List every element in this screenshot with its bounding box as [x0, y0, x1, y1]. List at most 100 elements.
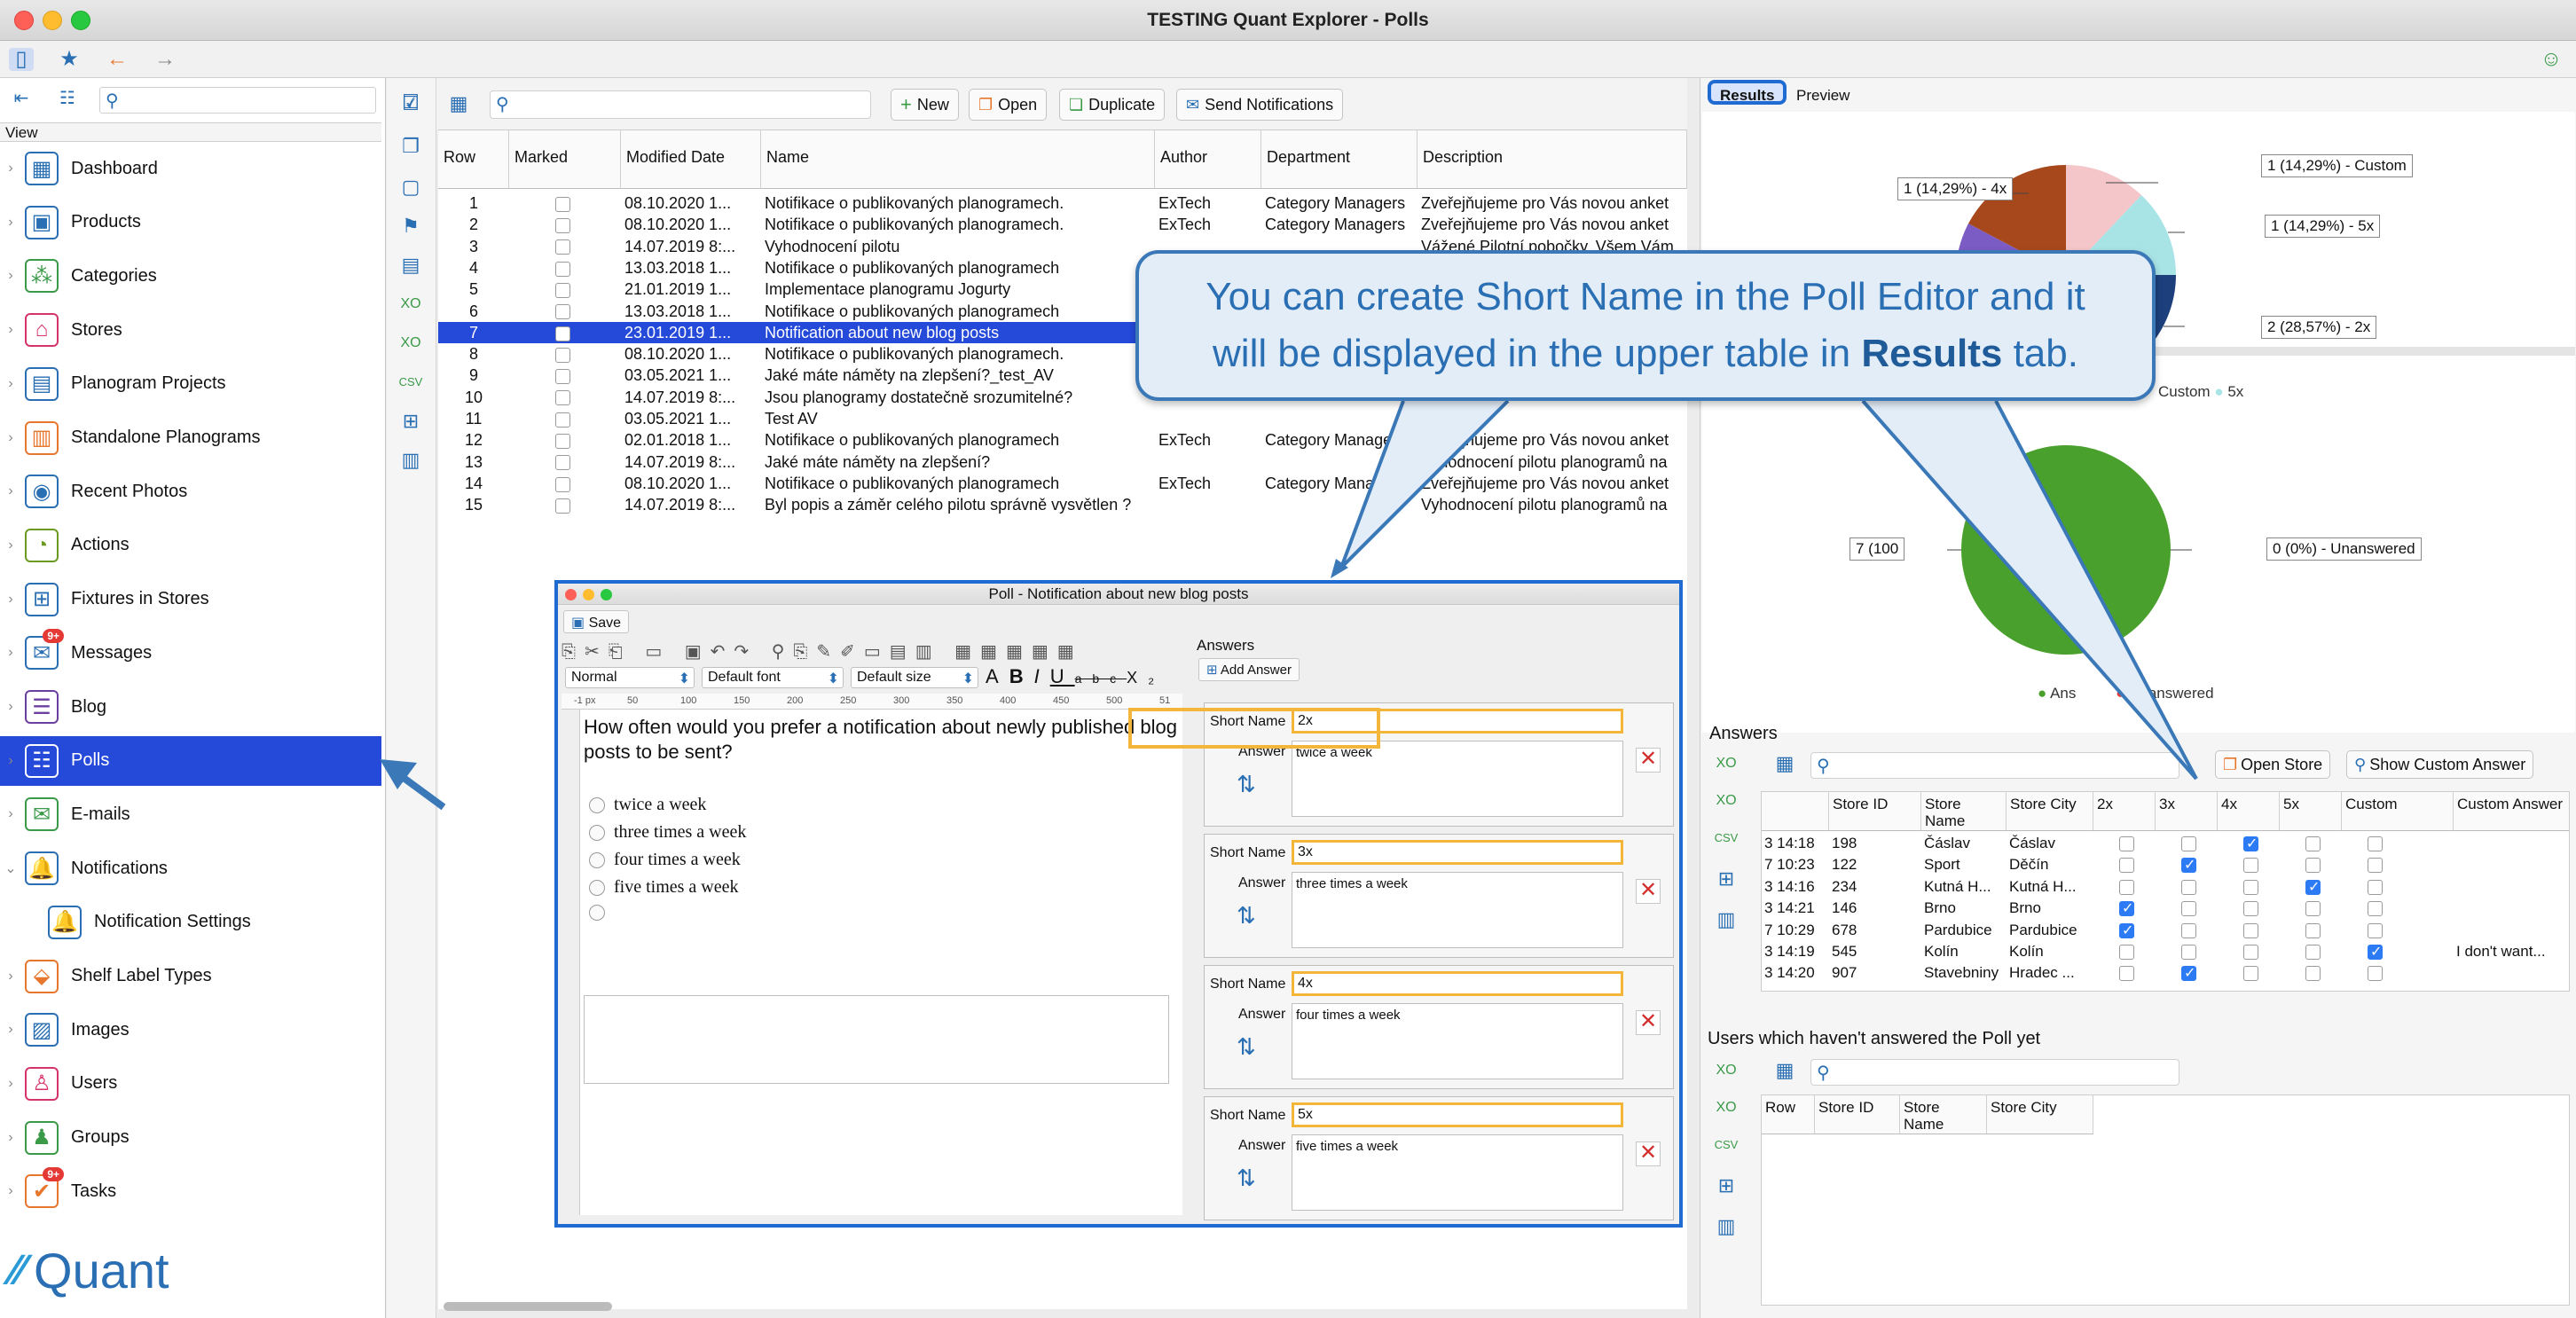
import-excel-icon[interactable]: XO	[397, 330, 424, 357]
answer-checkbox[interactable]	[2119, 966, 2134, 982]
sidebar-item-messages[interactable]: › ✉ 9+ Messages	[0, 628, 381, 678]
column-header-name[interactable]: Name	[761, 130, 1155, 189]
flag-icon[interactable]: ⚑	[397, 213, 424, 239]
answer-checkbox[interactable]	[2119, 898, 2134, 919]
editor-formatting-icons[interactable]: ⎘✂⎗ ▭ ▣↶↷ ⚲⎘✎✐▭▤▥ ▦▦▦▦▦	[562, 640, 1083, 663]
column-header-marked[interactable]: Marked	[509, 130, 621, 189]
style-select[interactable]: Normal ⬍	[565, 667, 695, 688]
select-all-icon[interactable]: ☑	[397, 90, 424, 117]
sidebar-item-planogram-projects[interactable]: › ▤ Planogram Projects	[0, 359, 381, 409]
font-select[interactable]: Default font ⬍	[702, 667, 844, 688]
export-csv-icon[interactable]: CSV	[397, 369, 424, 396]
chart-icon[interactable]: ▥	[1713, 1213, 1740, 1240]
horizontal-scrollbar[interactable]	[444, 1302, 612, 1311]
answer-checkbox[interactable]	[2243, 879, 2258, 895]
answer-checkbox[interactable]	[2368, 942, 2383, 962]
export-csv-icon[interactable]: CSV	[1713, 825, 1740, 851]
add-answer-button[interactable]: ⊞ Add Answer	[1198, 658, 1300, 681]
export-excel-icon[interactable]: XO	[1713, 1057, 1740, 1084]
option-radio[interactable]	[589, 851, 605, 868]
users-column-store-city[interactable]: Store City	[1987, 1095, 2093, 1134]
chevron-right-icon[interactable]: ›	[0, 1076, 21, 1092]
table-settings-icon[interactable]: ⊞	[397, 408, 424, 435]
back-arrow-icon[interactable]: ←	[105, 48, 130, 71]
marked-checkbox[interactable]	[555, 347, 570, 363]
option-radio[interactable]	[589, 824, 605, 841]
document-icon[interactable]: ▤	[397, 252, 424, 279]
sidebar-item-tasks[interactable]: › ✔ 9+ Tasks	[0, 1166, 381, 1216]
answer-checkbox[interactable]	[2243, 966, 2258, 982]
marked-checkbox[interactable]	[555, 196, 570, 212]
answers-search-input[interactable]: ⚲	[1810, 752, 2179, 779]
chevron-right-icon[interactable]: ›	[0, 537, 21, 553]
answers-column-store-city[interactable]: Store City	[2007, 792, 2093, 831]
answers-column-2x[interactable]: 2x	[2093, 792, 2156, 831]
table-row[interactable]: 3 14:16 234 Kutná H... Kutná H...	[1762, 876, 2569, 898]
marked-checkbox[interactable]	[555, 239, 570, 255]
chevron-right-icon[interactable]: ›	[0, 215, 21, 231]
table-row[interactable]: 7 10:29 678 Pardubice Pardubice	[1762, 920, 2569, 941]
option-radio[interactable]	[589, 905, 605, 921]
new-button[interactable]: + New	[891, 89, 959, 121]
sidebar-item-polls[interactable]: › ☷ Polls	[0, 735, 381, 786]
table-settings-icon[interactable]: ⊞	[1713, 866, 1740, 892]
table-row[interactable]: 3 14:19 545 Kolín Kolín I don't want...	[1762, 941, 2569, 962]
reorder-icon[interactable]: ⇅	[1237, 902, 1256, 930]
sidebar-item-shelf-label-types[interactable]: › ⬙ Shelf Label Types	[0, 952, 381, 1001]
users-column-row[interactable]: Row	[1762, 1095, 1815, 1134]
users-column-store-id[interactable]: Store ID	[1815, 1095, 1900, 1134]
sidebar-item-stores[interactable]: › ⌂ Stores	[0, 305, 381, 355]
chevron-right-icon[interactable]: ›	[0, 483, 21, 499]
columns-icon[interactable]: ▦	[445, 90, 472, 117]
answer-checkbox[interactable]	[2305, 966, 2321, 982]
answer-input[interactable]: five times a week	[1292, 1134, 1623, 1211]
answer-checkbox[interactable]	[2368, 879, 2383, 895]
table-settings-icon[interactable]: ⊞	[1713, 1173, 1740, 1199]
sidebar-item-images[interactable]: › ▨ Images	[0, 1005, 381, 1055]
answers-column-custom-answer[interactable]: Custom Answer	[2454, 792, 2569, 831]
table-row[interactable]: 3 14:21 146 Brno Brno	[1762, 898, 2569, 919]
column-header-department[interactable]: Department	[1261, 130, 1418, 189]
answer-checkbox[interactable]	[2181, 963, 2196, 984]
sidebar-item-standalone-planograms[interactable]: › ▥ Standalone Planograms	[0, 413, 381, 463]
column-header-modified-date[interactable]: Modified Date	[621, 130, 761, 189]
answer-checkbox[interactable]	[2181, 922, 2196, 938]
marked-checkbox[interactable]	[555, 434, 570, 450]
question-text[interactable]: How often would you prefer a notificatio…	[584, 715, 1178, 765]
chevron-right-icon[interactable]: ›	[0, 430, 21, 446]
sidebar-search-input[interactable]: ⚲	[99, 87, 376, 114]
column-header-author[interactable]: Author	[1155, 130, 1261, 189]
import-excel-icon[interactable]: XO	[1713, 1094, 1740, 1121]
answer-checkbox[interactable]	[2305, 922, 2321, 938]
marked-checkbox[interactable]	[555, 282, 570, 298]
sidebar-item-e-mails[interactable]: › ✉ E-mails	[0, 789, 381, 839]
open-store-button[interactable]: ❐ Open Store	[2215, 750, 2331, 779]
chart-icon[interactable]: ▥	[1713, 906, 1740, 933]
table-row[interactable]: 13 14.07.2019 8:... Jaké máte náměty na zl…	[438, 451, 1687, 473]
marked-checkbox[interactable]	[555, 476, 570, 492]
answers-column-4x[interactable]: 4x	[2218, 792, 2280, 831]
answer-checkbox[interactable]	[2243, 945, 2258, 961]
question-editor[interactable]: How often would you prefer a notificatio…	[579, 710, 1182, 1215]
copy-icon[interactable]: ❐	[397, 133, 424, 160]
table-row[interactable]: 15 14.07.2019 8:... Byl popis a záměr celé…	[438, 494, 1687, 515]
answer-checkbox[interactable]	[2368, 922, 2383, 938]
sidebar-item-notification-settings[interactable]: 🔔 Notification Settings	[0, 898, 381, 947]
dialog-close-button[interactable]	[565, 589, 577, 600]
marked-checkbox[interactable]	[555, 304, 570, 320]
answers-column-custom[interactable]: Custom	[2342, 792, 2454, 831]
chevron-right-icon[interactable]: ⌄	[0, 859, 21, 877]
table-row[interactable]: 2 08.10.2020 1... Notifikace o publikovaný…	[438, 214, 1687, 235]
table-row[interactable]: 12 02.01.2018 1... Notifikace o publikovan…	[438, 429, 1687, 451]
forward-arrow-icon[interactable]: →	[153, 48, 177, 71]
answer-checkbox[interactable]	[2368, 966, 2383, 982]
delete-answer-icon[interactable]: ✕	[1636, 748, 1661, 773]
delete-answer-icon[interactable]: ✕	[1636, 1141, 1661, 1166]
marked-checkbox[interactable]	[555, 326, 570, 341]
chevron-right-icon[interactable]: ›	[0, 1130, 21, 1146]
answer-input[interactable]: four times a week	[1292, 1003, 1623, 1079]
chevron-right-icon[interactable]: ›	[0, 753, 21, 769]
duplicate-button[interactable]: ❏ Duplicate	[1059, 89, 1166, 121]
dialog-minimize-button[interactable]	[583, 589, 594, 600]
answers-column-store-id[interactable]: Store ID	[1829, 792, 1921, 831]
